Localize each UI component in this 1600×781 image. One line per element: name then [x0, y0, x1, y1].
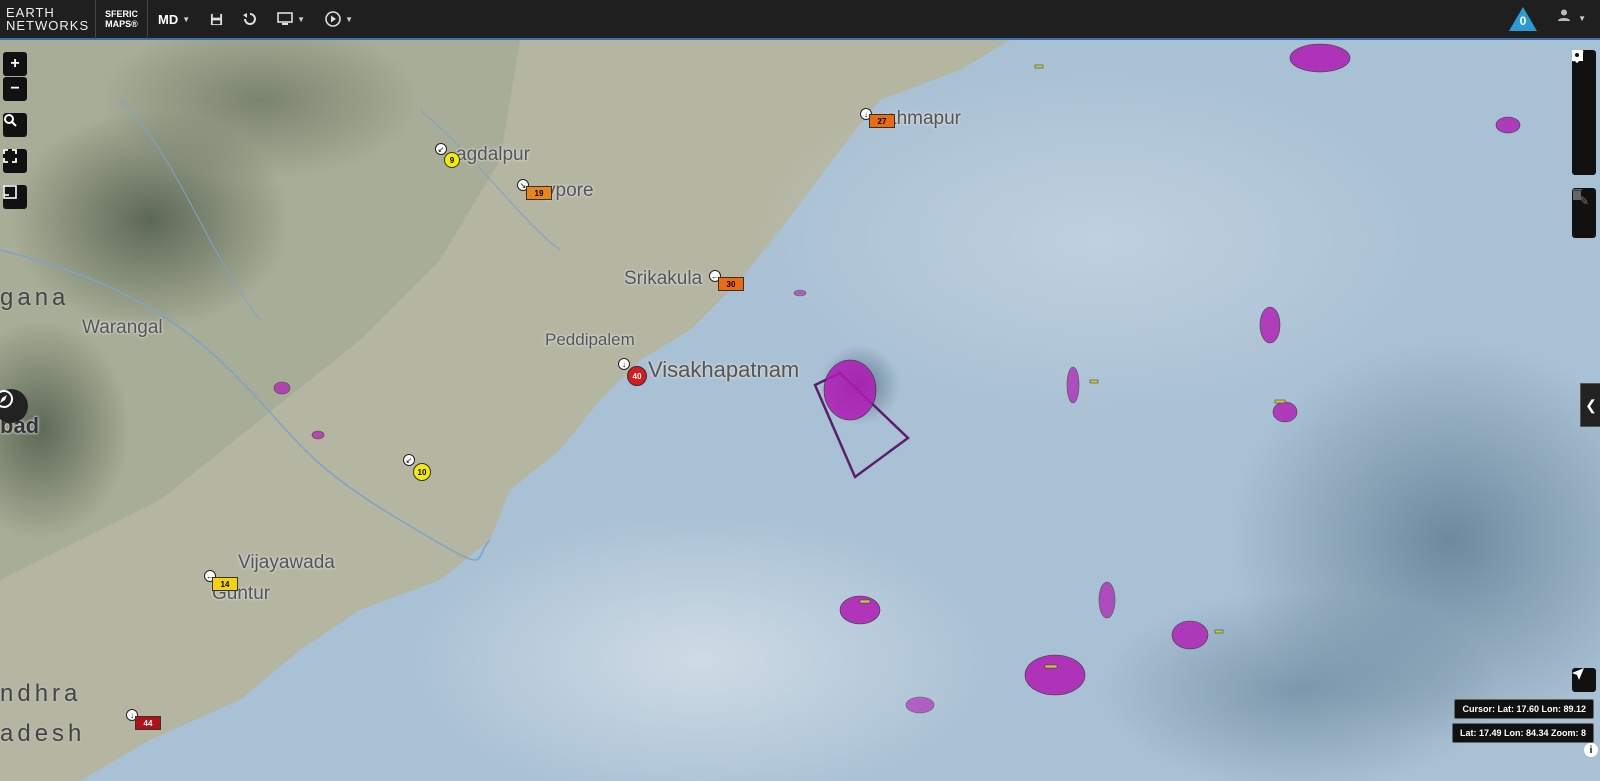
delete-button[interactable]	[1572, 189, 1596, 238]
alert-marker-jagdalpur[interactable]: 9	[444, 152, 460, 168]
product-line1: SFERIC	[104, 9, 138, 19]
save-button[interactable]	[200, 0, 233, 39]
user-menu-button[interactable]: ▼	[1558, 8, 1586, 24]
undo-button[interactable]	[233, 0, 267, 39]
draw-toolbar	[1572, 50, 1596, 175]
marker-value: 9	[449, 155, 455, 165]
chevron-down-icon: ▼	[182, 14, 191, 24]
marker-value: 19	[534, 188, 544, 198]
marker-value: 10	[417, 467, 427, 477]
chevron-down-icon: ▼	[297, 14, 306, 24]
chevron-down-icon: ▼	[345, 14, 353, 24]
legend-button[interactable]	[3, 185, 27, 209]
city-label-srikakulam: Srikakula	[624, 268, 703, 289]
zoom-in-icon: +	[10, 55, 20, 72]
region-selector-dropdown[interactable]: MD ▼	[148, 0, 200, 39]
draw-pin-icon	[1572, 50, 1582, 63]
zoom-region-button[interactable]	[3, 113, 27, 137]
region-label-telangana: gana	[0, 284, 70, 311]
draw-rectangle-button[interactable]	[1572, 50, 1596, 125]
chevron-down-icon: ▼	[1578, 14, 1586, 23]
marker-value: 14	[220, 579, 230, 589]
wind-arrow-icon[interactable]: ↙	[403, 454, 415, 466]
draw-polygon-button[interactable]	[1572, 51, 1596, 100]
zoom-out-button[interactable]: −	[3, 77, 27, 101]
compass-icon	[0, 390, 13, 408]
marker-value: 30	[726, 279, 736, 289]
map-center-readout: Lat: 17.49 Lon: 84.34 Zoom: 8	[1451, 723, 1594, 743]
sferic-maps-logo: SFERIC MAPS®	[96, 0, 148, 39]
alert-count: 0	[1519, 14, 1527, 28]
fullscreen-button[interactable]	[3, 149, 27, 173]
legend-icon	[3, 185, 17, 199]
cursor-coordinates-readout: Cursor: Lat: 17.60 Lon: 89.12	[1454, 699, 1594, 719]
city-label-visakhapatnam: Visakhapatnam	[648, 357, 800, 382]
wind-arrow-icon[interactable]: ↓	[618, 358, 630, 370]
city-label-peddipalem: Peddipalem	[545, 330, 635, 349]
display-icon	[277, 12, 293, 25]
city-label-jagdalpur: agdalpur	[456, 144, 530, 165]
marker-value: 27	[877, 116, 887, 126]
chevron-left-icon: ❮	[1585, 396, 1597, 413]
zoom-region-icon	[4, 114, 17, 127]
alert-marker-brahmapur[interactable]: 27	[869, 114, 895, 128]
side-panel-toggle[interactable]: ❮	[1580, 383, 1600, 427]
marker-value: 40	[632, 371, 642, 381]
region-label-andhra: ndhra	[0, 680, 82, 707]
city-label-brahmapur: ahmapur	[886, 108, 961, 129]
display-dropdown[interactable]: ▼	[267, 0, 315, 39]
alerts-button[interactable]: 0	[1508, 6, 1538, 32]
region-label-pradesh: adesh	[0, 720, 86, 747]
delete-icon	[1572, 189, 1582, 200]
alert-marker-srikakulam[interactable]: 30	[718, 277, 744, 291]
info-icon: i	[1589, 744, 1593, 756]
alert-marker-river[interactable]: 10	[413, 463, 431, 481]
marker-value: 44	[143, 718, 153, 728]
product-line2: MAPS®	[105, 19, 138, 29]
top-toolbar: EARTH NETWORKS SFERIC MAPS® MD ▼ ▼ ▼ 0 ▼	[0, 0, 1600, 40]
user-icon	[1558, 9, 1571, 21]
alert-marker-jeypore[interactable]: 19	[526, 186, 552, 200]
playback-dropdown[interactable]: ▼	[315, 0, 363, 39]
play-icon	[325, 11, 341, 27]
city-label-jeypore: ypore	[546, 180, 594, 201]
wind-arrow-icon[interactable]: ↙	[435, 143, 447, 155]
alert-marker-visakhapatnam[interactable]: 40	[627, 366, 647, 386]
info-button[interactable]: i	[1584, 743, 1598, 757]
zoom-out-icon: −	[10, 80, 20, 97]
alert-marker-coast[interactable]: 44	[135, 716, 161, 730]
region-selector-label: MD	[158, 11, 179, 27]
fullscreen-icon	[3, 149, 17, 163]
city-label-warangal: Warangal	[82, 317, 163, 338]
locate-button[interactable]	[1572, 668, 1596, 692]
map-canvas[interactable]: gana ndhra adesh agdalpur ypore ahmapur …	[0, 40, 1600, 781]
undo-icon	[243, 13, 257, 25]
city-label-vijayawada: Vijayawada	[238, 552, 335, 573]
earth-networks-logo[interactable]: EARTH NETWORKS	[0, 0, 96, 39]
edit-toolbar: ✎	[1572, 188, 1596, 238]
draw-pin-button[interactable]	[1572, 50, 1596, 175]
map-background	[0, 40, 1600, 781]
zoom-in-button[interactable]: +	[3, 52, 27, 76]
alert-marker-guntur[interactable]: 14	[212, 577, 238, 591]
save-icon	[211, 13, 223, 25]
locate-icon	[1572, 668, 1584, 680]
logo-line2: NETWORKS	[6, 18, 90, 33]
draw-circle-button[interactable]	[1572, 51, 1596, 150]
